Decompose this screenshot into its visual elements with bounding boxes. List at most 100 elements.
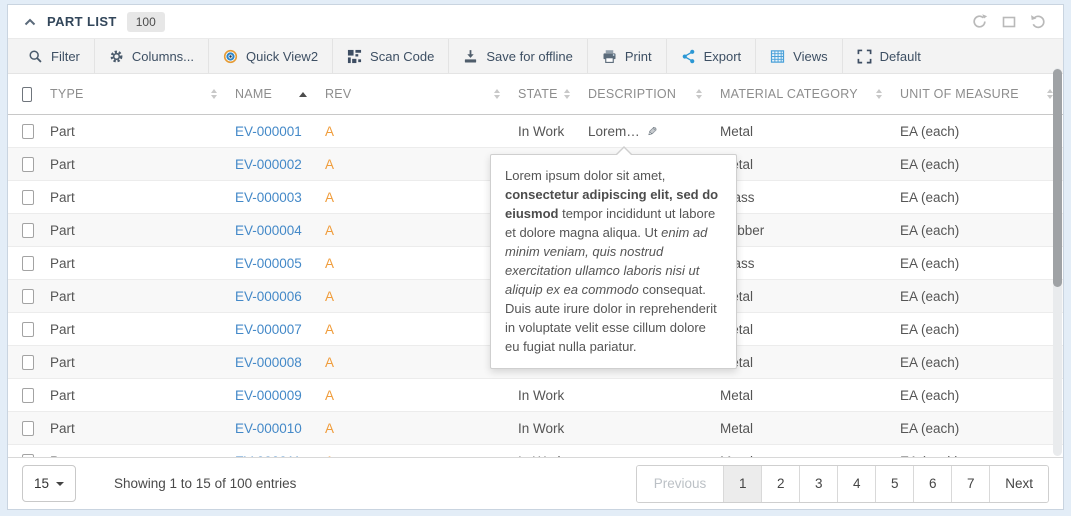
cell-material-category: Metal <box>712 322 892 337</box>
toolbar-scan-code[interactable]: Scan Code <box>332 39 448 73</box>
toolbar-label: Save for offline <box>486 49 572 64</box>
undo-icon[interactable] <box>1030 13 1047 30</box>
part-link[interactable]: EV-000002 <box>235 157 302 172</box>
pagination-page-2[interactable]: 2 <box>761 466 799 502</box>
column-header-unit-of-measure[interactable]: UNIT OF MEASURE <box>892 74 1063 114</box>
sort-ascending-icon <box>299 92 307 97</box>
row-checkbox[interactable] <box>22 223 34 238</box>
column-header-material-category[interactable]: MATERIAL CATEGORY <box>712 74 892 114</box>
cell-state: In Work <box>510 388 580 403</box>
refresh-icon[interactable] <box>971 13 988 30</box>
part-link[interactable]: EV-000003 <box>235 190 302 205</box>
pagination-page-4[interactable]: 4 <box>837 466 875 502</box>
cell-revision: A <box>317 322 510 337</box>
cell-material-category: Glass <box>712 190 892 205</box>
row-checkbox-cell <box>8 289 42 304</box>
row-checkbox[interactable] <box>22 322 34 337</box>
pagination-page-6[interactable]: 6 <box>913 466 951 502</box>
row-checkbox[interactable] <box>22 355 34 370</box>
table-body: PartEV-000001AIn WorkLorem…✎MetalEA (eac… <box>8 115 1063 457</box>
toolbar-save-for-offline[interactable]: Save for offline <box>448 39 586 73</box>
part-link[interactable]: EV-000007 <box>235 322 302 337</box>
table-grid-icon <box>770 49 785 64</box>
row-checkbox[interactable] <box>22 421 34 436</box>
column-header-name[interactable]: NAME <box>227 74 317 114</box>
pagination-page-3[interactable]: 3 <box>799 466 837 502</box>
part-link[interactable]: EV-000005 <box>235 256 302 271</box>
row-checkbox[interactable] <box>22 124 34 139</box>
toolbar-quick-view2[interactable]: Quick View2 <box>208 39 332 73</box>
cell-revision: A <box>317 256 510 271</box>
row-checkbox[interactable] <box>22 157 34 172</box>
part-link[interactable]: EV-000001 <box>235 124 302 139</box>
cell-name: EV-000003 <box>227 190 317 205</box>
row-checkbox[interactable] <box>22 454 34 458</box>
toolbar-print[interactable]: Print <box>587 39 666 73</box>
row-checkbox[interactable] <box>22 388 34 403</box>
column-label: UNIT OF MEASURE <box>900 87 1019 101</box>
column-header-state[interactable]: STATE <box>510 74 580 114</box>
cell-unit-of-measure: EA (each) <box>892 223 1063 238</box>
toolbar-label: Export <box>704 49 742 64</box>
column-header-description[interactable]: DESCRIPTION <box>580 74 712 114</box>
cell-revision: A <box>317 223 510 238</box>
page-size-value: 15 <box>34 476 49 491</box>
sort-icon <box>211 89 217 99</box>
cell-material-category: Metal <box>712 124 892 139</box>
row-checkbox-cell <box>8 190 42 205</box>
column-label: STATE <box>518 87 558 101</box>
pagination-page-1[interactable]: 1 <box>723 466 761 502</box>
pagination-page-7[interactable]: 7 <box>951 466 989 502</box>
cell-unit-of-measure: EA (each) <box>892 454 1063 458</box>
cell-type: Part <box>42 223 227 238</box>
column-header-rev[interactable]: REV <box>317 74 510 114</box>
cell-revision: A <box>317 388 510 403</box>
expand-icon <box>857 49 872 64</box>
part-link[interactable]: EV-000011 <box>235 454 301 458</box>
table-row[interactable]: PartEV-000011AIn WorkMetalEA (each) <box>8 445 1063 457</box>
toolbar-export[interactable]: Export <box>666 39 756 73</box>
vertical-scrollbar[interactable] <box>1053 68 1062 456</box>
part-link[interactable]: EV-000008 <box>235 355 302 370</box>
pagination-page-5[interactable]: 5 <box>875 466 913 502</box>
page-size-dropdown[interactable]: 15 <box>22 465 76 502</box>
select-all-checkbox[interactable] <box>22 87 32 102</box>
row-checkbox[interactable] <box>22 256 34 271</box>
table-row[interactable]: PartEV-000001AIn WorkLorem…✎MetalEA (eac… <box>8 115 1063 148</box>
pagination: Previous1234567Next <box>636 465 1049 503</box>
cell-type: Part <box>42 289 227 304</box>
scrollbar-thumb[interactable] <box>1053 69 1062 287</box>
edit-pencil-icon[interactable]: ✎ <box>647 124 657 139</box>
pagination-next-button[interactable]: Next <box>989 466 1048 502</box>
part-link[interactable]: EV-000010 <box>235 421 302 436</box>
table-row[interactable]: PartEV-000009AIn WorkMetalEA (each) <box>8 379 1063 412</box>
row-checkbox[interactable] <box>22 190 34 205</box>
title-bar: PART LIST 100 <box>8 5 1063 38</box>
search-icon <box>28 49 43 64</box>
toolbar-views[interactable]: Views <box>755 39 841 73</box>
part-link[interactable]: EV-000009 <box>235 388 302 403</box>
description-tooltip: Lorem ipsum dolor sit amet, consectetur … <box>490 154 737 369</box>
toolbar-default[interactable]: Default <box>842 39 935 73</box>
pagination-previous-button[interactable]: Previous <box>637 466 724 502</box>
toolbar-filter[interactable]: Filter <box>14 39 94 73</box>
column-header-type[interactable]: TYPE <box>42 74 227 114</box>
cell-unit-of-measure: EA (each) <box>892 388 1063 403</box>
collapse-panel-button[interactable] <box>24 18 36 26</box>
sort-icon <box>696 89 702 99</box>
cell-type: Part <box>42 388 227 403</box>
column-label: DESCRIPTION <box>588 87 676 101</box>
row-checkbox-cell <box>8 124 42 139</box>
row-checkbox[interactable] <box>22 289 34 304</box>
toolbar-columns[interactable]: Columns... <box>94 39 208 73</box>
cell-revision: A <box>317 355 510 370</box>
part-link[interactable]: EV-000004 <box>235 223 302 238</box>
table-row[interactable]: PartEV-000010AIn WorkMetalEA (each) <box>8 412 1063 445</box>
grid-toolbar: FilterColumns...Quick View2Scan Code Save… <box>8 38 1063 74</box>
tooltip-segment: Lorem ipsum dolor sit amet, <box>505 168 665 183</box>
cell-unit-of-measure: EA (each) <box>892 124 1063 139</box>
chevron-up-icon <box>24 18 36 26</box>
cell-name: EV-000005 <box>227 256 317 271</box>
part-link[interactable]: EV-000006 <box>235 289 302 304</box>
restore-window-icon[interactable] <box>1001 14 1017 30</box>
